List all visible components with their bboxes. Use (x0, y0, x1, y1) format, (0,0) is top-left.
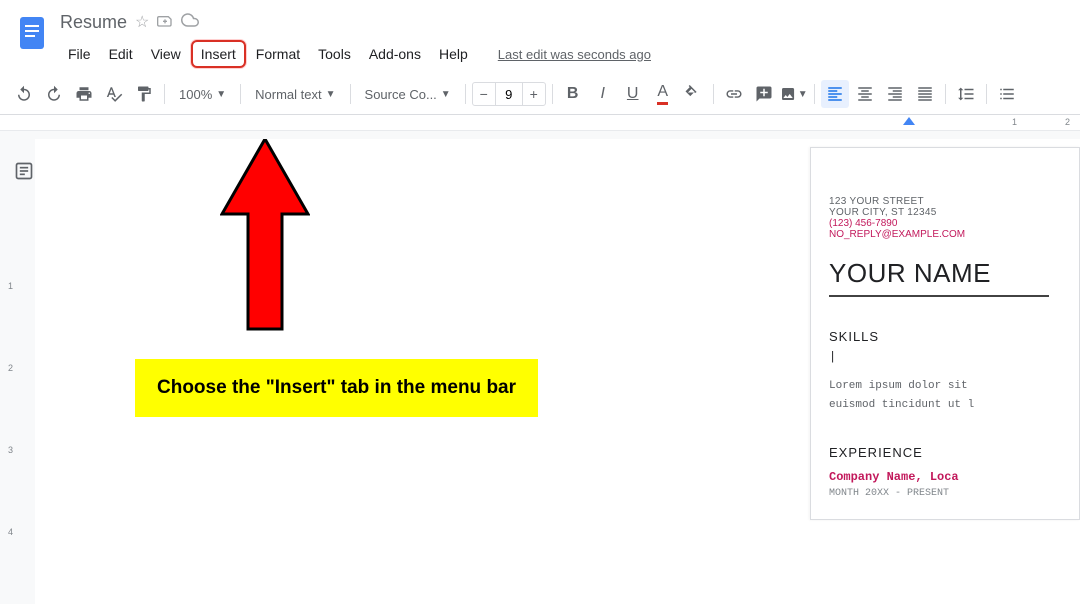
text-color-button[interactable]: A (649, 80, 677, 108)
menu-bar: File Edit View Insert Format Tools Add-o… (60, 40, 1068, 68)
menu-addons[interactable]: Add-ons (361, 42, 429, 66)
lorem-text-2[interactable]: euismod tincidunt ut l (829, 397, 1079, 414)
redo-button[interactable] (40, 80, 68, 108)
vertical-ruler[interactable]: 1 2 3 4 (8, 281, 13, 537)
tutorial-callout: Choose the "Insert" tab in the menu bar (135, 359, 538, 417)
contact-city[interactable]: YOUR CITY, ST 12345 (829, 207, 1079, 218)
last-edit-link[interactable]: Last edit was seconds ago (498, 47, 651, 62)
toolbar: 100%▼ Normal text▼ Source Co...▼ − + B I… (0, 74, 1080, 115)
bold-button[interactable]: B (559, 80, 587, 108)
move-icon[interactable] (157, 12, 173, 33)
align-left-button[interactable] (821, 80, 849, 108)
menu-file[interactable]: File (60, 42, 99, 66)
menu-help[interactable]: Help (431, 42, 476, 66)
align-right-button[interactable] (881, 80, 909, 108)
cloud-status-icon[interactable] (181, 11, 199, 34)
ruler-mark: 2 (1065, 117, 1070, 127)
document-page[interactable]: 123 YOUR STREET YOUR CITY, ST 12345 (123… (810, 147, 1080, 520)
menu-insert[interactable]: Insert (191, 40, 246, 68)
insert-link-button[interactable] (720, 80, 748, 108)
contact-street[interactable]: 123 YOUR STREET (829, 196, 1079, 207)
undo-button[interactable] (10, 80, 38, 108)
skills-heading[interactable]: SKILLS (829, 329, 1079, 344)
experience-heading[interactable]: EXPERIENCE (829, 445, 1079, 460)
date-range[interactable]: MONTH 20XX - PRESENT (829, 488, 1079, 499)
contact-email[interactable]: NO_REPLY@EXAMPLE.COM (829, 229, 1079, 240)
horizontal-ruler[interactable]: 1 2 (0, 115, 1080, 131)
line-spacing-button[interactable] (952, 80, 980, 108)
font-size-input[interactable] (495, 83, 523, 105)
font-size-decrease[interactable]: − (473, 86, 495, 102)
menu-view[interactable]: View (143, 42, 189, 66)
italic-button[interactable]: I (589, 80, 617, 108)
document-title[interactable]: Resume (60, 12, 127, 33)
add-comment-button[interactable] (750, 80, 778, 108)
ruler-mark: 1 (1012, 117, 1017, 127)
company-name[interactable]: Company Name, Loca (829, 470, 1079, 484)
star-icon[interactable]: ☆ (135, 12, 149, 32)
outline-toggle-icon[interactable] (12, 161, 35, 186)
align-center-button[interactable] (851, 80, 879, 108)
menu-format[interactable]: Format (248, 42, 308, 66)
checklist-button[interactable] (993, 80, 1021, 108)
menu-edit[interactable]: Edit (101, 42, 141, 66)
print-button[interactable] (70, 80, 98, 108)
text-cursor[interactable]: | (829, 350, 1079, 364)
tutorial-arrow (220, 139, 310, 344)
font-size-increase[interactable]: + (523, 86, 545, 102)
insert-image-button[interactable]: ▼ (780, 80, 808, 108)
highlight-button[interactable] (679, 80, 707, 108)
font-size-group: − + (472, 82, 546, 106)
docs-logo[interactable] (12, 8, 52, 58)
lorem-text-1[interactable]: Lorem ipsum dolor sit (829, 378, 1079, 395)
paint-format-button[interactable] (130, 80, 158, 108)
resume-name[interactable]: YOUR NAME (829, 258, 1079, 289)
font-select[interactable]: Source Co...▼ (357, 81, 459, 107)
menu-tools[interactable]: Tools (310, 42, 359, 66)
name-underline (829, 295, 1049, 297)
contact-phone[interactable]: (123) 456-7890 (829, 218, 1079, 229)
style-select[interactable]: Normal text▼ (247, 81, 343, 107)
indent-marker[interactable] (903, 115, 915, 129)
align-justify-button[interactable] (911, 80, 939, 108)
zoom-select[interactable]: 100%▼ (171, 81, 234, 107)
underline-button[interactable]: U (619, 80, 647, 108)
spellcheck-button[interactable] (100, 80, 128, 108)
